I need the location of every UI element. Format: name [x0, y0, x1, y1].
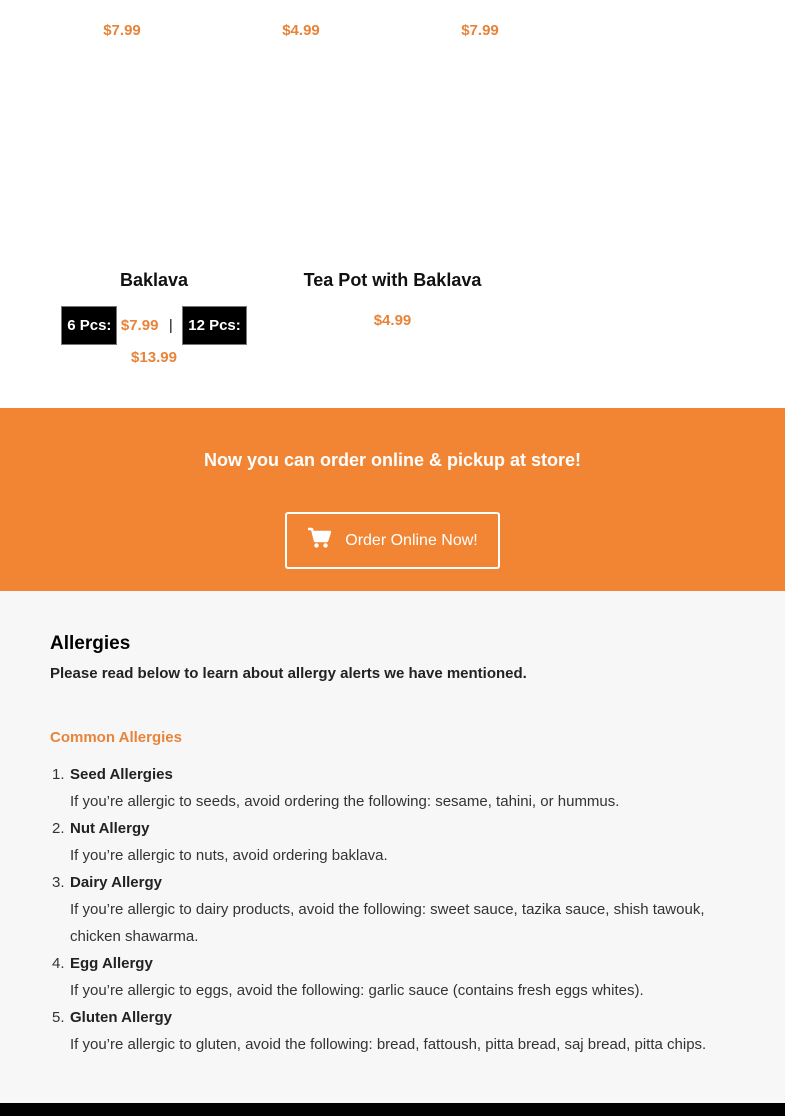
allergy-description: If you’re allergic to seeds, avoid order…: [70, 793, 620, 810]
previous-product-row: $7.99 $4.99 $7.99: [0, 0, 785, 60]
product-card-baklava: Baklava 6 Pcs: $7.99 | 12 Pcs: $13.99: [50, 270, 258, 371]
allergy-name: Egg Allergy: [70, 955, 153, 972]
allergies-section: Allergies Please read below to learn abo…: [0, 591, 785, 1103]
product-card-tea-pot: Tea Pot with Baklava $4.99: [290, 270, 495, 329]
product-price: $7.99: [120, 317, 159, 334]
allergy-description: If you’re allergic to nuts, avoid orderi…: [70, 847, 388, 864]
list-number: 1.: [52, 766, 65, 783]
size-badge: 12 Pcs:: [182, 306, 247, 345]
list-item: 5. Gluten Allergy If you’re allergic to …: [52, 1004, 742, 1058]
allergies-heading: Allergies: [50, 633, 131, 654]
order-online-button[interactable]: Order Online Now!: [285, 512, 500, 569]
order-online-button-label: Order Online Now!: [345, 531, 478, 549]
allergies-intro: Please read below to learn about allergy…: [50, 665, 527, 682]
allergy-name: Seed Allergies: [70, 766, 173, 783]
product-price: $4.99: [282, 22, 320, 39]
allergy-description: If you’re allergic to eggs, avoid the fo…: [70, 982, 644, 999]
order-online-banner: Now you can order online & pickup at sto…: [0, 408, 785, 591]
list-number: 2.: [52, 820, 65, 837]
product-title: Baklava: [119, 270, 189, 290]
list-item: 3. Dairy Allergy If you’re allergic to d…: [52, 869, 742, 950]
allergy-name: Nut Allergy: [70, 820, 150, 837]
list-number: 4.: [52, 955, 65, 972]
list-item: 2. Nut Allergy If you’re allergic to nut…: [52, 815, 742, 869]
shopping-cart-icon: [307, 527, 332, 554]
product-title: Tea Pot with Baklava: [303, 270, 482, 290]
product-price: $7.99: [103, 22, 141, 39]
list-number: 3.: [52, 874, 65, 891]
banner-title: Now you can order online & pickup at sto…: [203, 450, 582, 470]
footer-bar: [0, 1103, 785, 1116]
common-allergies-heading: Common Allergies: [50, 729, 182, 746]
list-item: 4. Egg Allergy If you’re allergic to egg…: [52, 950, 742, 1004]
allergy-description: If you’re allergic to dairy products, av…: [70, 901, 705, 945]
allergy-list: 1. Seed Allergies If you’re allergic to …: [52, 761, 742, 1058]
product-price: $4.99: [373, 312, 412, 329]
price-separator: |: [168, 317, 173, 334]
list-number: 5.: [52, 1009, 65, 1026]
allergy-name: Gluten Allergy: [70, 1009, 172, 1026]
product-price: $7.99: [461, 22, 499, 39]
product-price: $13.99: [131, 349, 177, 366]
allergy-name: Dairy Allergy: [70, 874, 162, 891]
allergy-description: If you’re allergic to gluten, avoid the …: [70, 1036, 707, 1053]
list-item: 1. Seed Allergies If you’re allergic to …: [52, 761, 742, 815]
size-badge: 6 Pcs:: [61, 306, 118, 345]
product-price-options: 6 Pcs: $7.99 | 12 Pcs: $13.99: [50, 306, 258, 371]
